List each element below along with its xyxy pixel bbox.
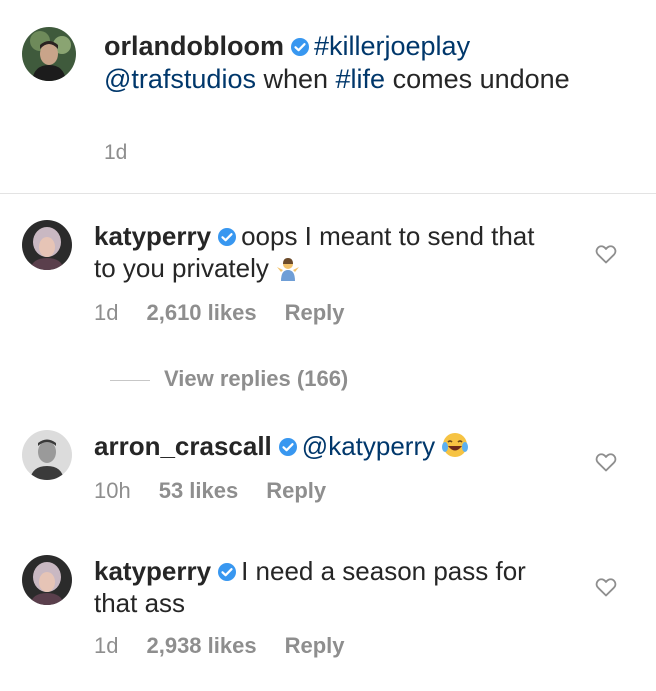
comment-username[interactable]: katyperry [94, 556, 211, 586]
reply-button[interactable]: Reply [285, 633, 345, 658]
comment-username[interactable]: arron_crascall [94, 431, 272, 461]
avatar-katyperry[interactable] [22, 220, 72, 270]
reply-button[interactable]: Reply [285, 300, 345, 325]
comment-text: arron_crascall @katyperry [94, 430, 544, 462]
reply-button[interactable]: Reply [266, 478, 326, 503]
like-heart-icon[interactable] [594, 450, 618, 474]
verified-badge-icon [217, 562, 237, 582]
verified-badge-icon [217, 227, 237, 247]
hashtag-killerjoeplay[interactable]: #killerjoeplay [314, 31, 470, 61]
person-shrugging-emoji-icon [275, 255, 301, 281]
verified-badge-icon [278, 437, 298, 457]
view-replies-divider [110, 379, 150, 381]
caption-username[interactable]: orlandobloom [104, 31, 284, 61]
comment-timestamp[interactable]: 1d [94, 300, 118, 325]
caption-text-mid: when [255, 64, 336, 94]
hashtag-life[interactable]: #life [336, 64, 386, 94]
avatar-katyperry[interactable] [22, 555, 72, 605]
comment-username[interactable]: katyperry [94, 221, 211, 251]
like-heart-icon[interactable] [594, 575, 618, 599]
post-caption: orlandobloom #killerjoeplay @trafstudios … [0, 0, 656, 194]
avatar-arron-crascall[interactable] [22, 430, 72, 480]
comment-meta: 10h 53 likes Reply [94, 478, 354, 504]
comment-meta: 1d 2,610 likes Reply [94, 300, 373, 326]
tears-of-joy-emoji-icon [441, 431, 469, 459]
mention-katyperry[interactable]: @katyperry [302, 431, 435, 461]
mention-trafstudios[interactable]: @trafstudios [104, 64, 256, 94]
avatar-orlandobloom[interactable] [22, 27, 76, 81]
view-replies-label[interactable]: View replies (166) [164, 366, 348, 391]
comment-text: katyperry I need a season pass for that a… [94, 555, 544, 619]
comment-likes[interactable]: 2,610 likes [146, 300, 256, 325]
comment-timestamp[interactable]: 10h [94, 478, 131, 503]
caption-text: orlandobloom #killerjoeplay @trafstudios … [104, 30, 624, 96]
comment-meta: 1d 2,938 likes Reply [94, 633, 373, 659]
like-heart-icon[interactable] [594, 242, 618, 266]
caption-text-end: comes undone [385, 64, 570, 94]
comment-timestamp[interactable]: 1d [94, 633, 118, 658]
comment-text: katyperry oops I meant to send that to yo… [94, 220, 544, 284]
view-replies-link[interactable]: View replies (166) [94, 366, 348, 392]
caption-timestamp[interactable]: 1d [104, 141, 127, 165]
verified-badge-icon [290, 37, 310, 57]
comment-likes[interactable]: 53 likes [159, 478, 239, 503]
comment-likes[interactable]: 2,938 likes [146, 633, 256, 658]
